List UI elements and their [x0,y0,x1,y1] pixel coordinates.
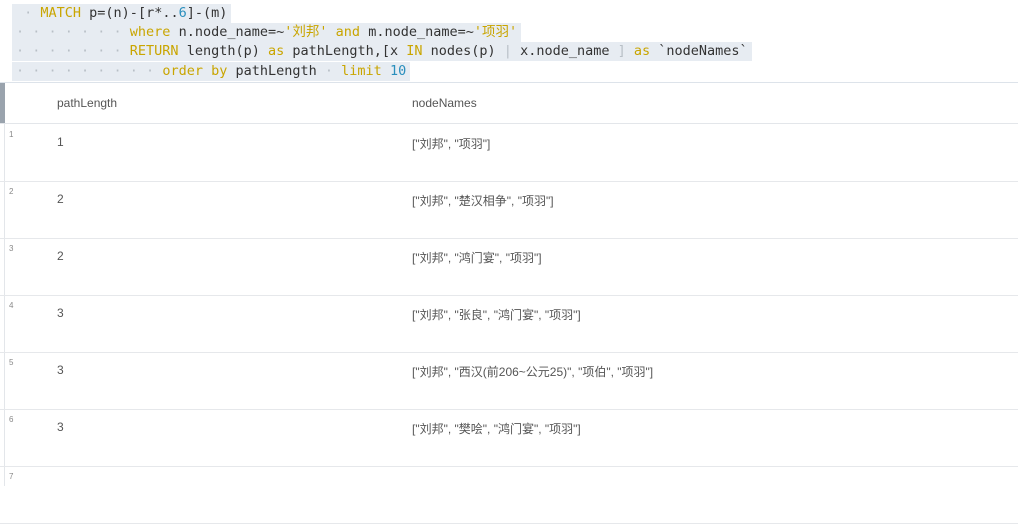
query-line-3[interactable]: · · · · · · · RETURN length(p) as pathLe… [12,42,752,61]
query-line-2[interactable]: · · · · · · · where n.node_name=~'刘邦' an… [12,23,522,42]
table-row[interactable]: 7 [0,466,1018,524]
query-token: pathLength,[x [292,43,399,59]
query-token [170,24,178,40]
query-token: ] [609,43,634,59]
query-token: p=(n)-[r*.. [89,5,179,21]
query-token: length(p) [186,43,260,59]
row-number: 3 [9,244,14,253]
query-token: limit [341,63,382,79]
row-number: 1 [9,130,14,139]
query-token: as [633,43,651,59]
query-token [423,43,431,59]
cell-nodenames: ["刘邦", "西汉(前206~公元25)", "项伯", "项羽"] [412,365,654,379]
cell-nodenames: ["刘邦", "项羽"] [412,137,491,151]
query-token: by [211,63,228,79]
query-token [398,43,406,59]
query-token: pathLength [235,63,317,79]
query-token [203,63,211,79]
query-token [81,5,89,21]
column-header-nodenames[interactable]: nodeNames [412,83,477,123]
query-token [328,24,336,40]
cell-pathlength: 2 [57,249,64,263]
query-token [260,43,268,59]
query-token: · · · · · · · [16,43,130,59]
query-line-4[interactable]: · · · · · · · · · order by pathLength · … [12,62,411,81]
query-token: nodes(p) [430,43,496,59]
query-token: 6 [178,5,187,21]
query-token [179,43,187,59]
query-token: `nodeNames` [658,43,748,59]
query-token: '刘邦' [284,24,328,40]
query-token: · · · · · · · · · [16,63,163,79]
cell-nodenames: ["刘邦", "楚汉相争", "项羽"] [412,194,554,208]
query-token: MATCH [40,5,82,21]
query-token: as [268,43,285,59]
query-token: n.node_name=~ [178,24,285,40]
query-token: · [316,63,342,79]
cell-nodenames: ["刘邦", "鸿门宴", "项羽"] [412,251,542,265]
cell-pathlength: 3 [57,420,64,434]
cell-pathlength: 1 [57,135,64,149]
query-token [360,24,368,40]
query-token: where [129,24,171,40]
table-header: pathLength nodeNames [0,83,1018,124]
column-header-pathlength[interactable]: pathLength [57,83,117,123]
results-table: pathLength nodeNames 1 1 ["刘邦", "项羽"] 2 2 ["刘… [0,83,1018,524]
cell-nodenames: ["刘邦", "张良", "鸿门宴", "项羽"] [412,308,581,322]
table-row[interactable]: 3 2 ["刘邦", "鸿门宴", "项羽"] [0,238,1018,296]
cell-pathlength: 3 [57,363,64,377]
row-number: 7 [9,472,14,481]
query-token: and [335,24,361,40]
query-token: | [495,43,521,59]
cypher-query-editor[interactable]: · MATCH p=(n)-[r*..6]-(m) · · · · · · · … [0,0,1018,82]
query-token: '项羽' [473,24,518,40]
query-token: order [162,63,203,79]
query-line-1[interactable]: · MATCH p=(n)-[r*..6]-(m) [12,4,232,23]
row-number: 6 [9,415,14,424]
table-row[interactable]: 2 2 ["刘邦", "楚汉相争", "项羽"] [0,181,1018,239]
query-token: RETURN [129,43,179,59]
row-number: 4 [9,301,14,310]
query-token: · [16,5,41,21]
cell-nodenames: ["刘邦", "樊哙", "鸿门宴", "项羽"] [412,422,581,436]
query-token: ]-(m) [186,5,228,21]
cell-pathlength: 2 [57,192,64,206]
table-row[interactable]: 5 3 ["刘邦", "西汉(前206~公元25)", "项伯", "项羽"] [0,352,1018,410]
query-token: · · · · · · · [16,24,130,40]
row-number: 2 [9,187,14,196]
table-row[interactable]: 6 3 ["刘邦", "樊哙", "鸿门宴", "项羽"] [0,409,1018,467]
query-token: IN [406,43,423,59]
cell-pathlength: 3 [57,306,64,320]
query-token: x.node_name [520,43,610,59]
query-token: 10 [389,63,407,79]
row-number: 5 [9,358,14,367]
query-token [382,63,390,79]
table-row[interactable]: 1 1 ["刘邦", "项羽"] [0,124,1018,182]
query-token: m.node_name=~ [368,24,474,40]
query-token [227,63,235,79]
table-row[interactable]: 4 3 ["刘邦", "张良", "鸿门宴", "项羽"] [0,295,1018,353]
